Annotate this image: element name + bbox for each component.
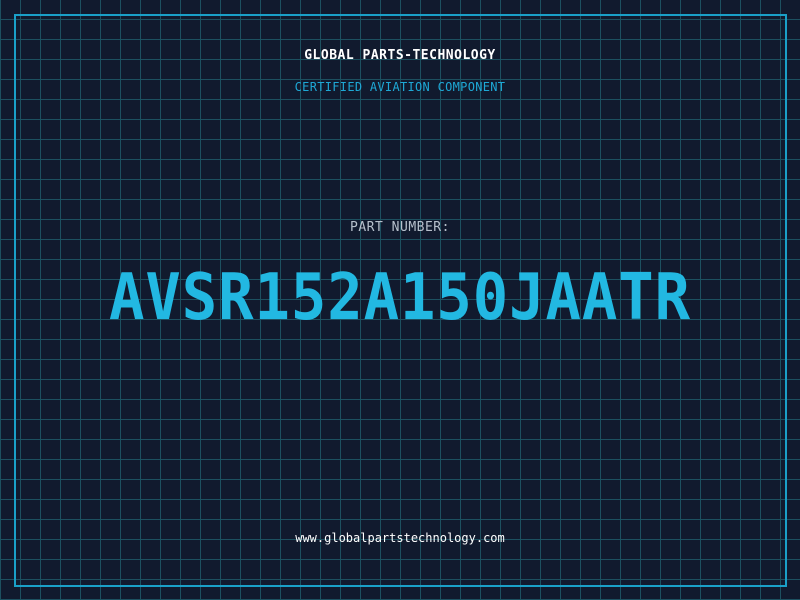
- brand-tagline: CERTIFIED AVIATION COMPONENT: [294, 80, 506, 94]
- brand-name: GLOBAL PARTS-TECHNOLOGY: [304, 48, 496, 63]
- website-url: www.globalpartstechnology.com: [295, 531, 505, 545]
- part-number-label: PART NUMBER:: [350, 220, 450, 235]
- part-number-value: AVSR152A150JAATR: [109, 261, 691, 335]
